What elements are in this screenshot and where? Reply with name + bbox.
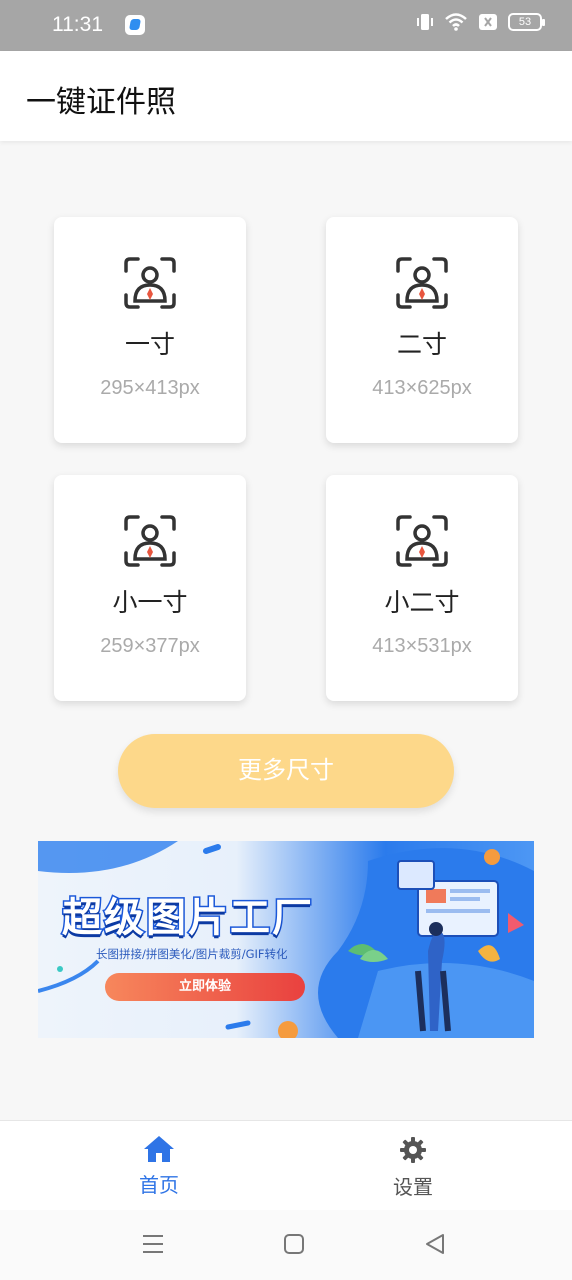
card-size: 413×531px [372,635,472,657]
nav-item-home[interactable]: 首页 [99,1135,219,1198]
sim-blocked-icon [479,14,497,30]
app-notification-icon [125,15,145,35]
banner-cta-button[interactable]: 立即体验 [105,973,305,1001]
menu-icon[interactable] [142,1232,164,1256]
nav-item-settings[interactable]: 设置 [353,1135,473,1200]
portrait-frame-icon [396,515,448,567]
gear-icon [400,1137,426,1163]
banner-subtitle: 长图拼接/拼图美化/图片裁剪/GIF转化 [96,947,288,961]
card-name: 二寸 [396,330,447,359]
wifi-icon [445,13,467,31]
portrait-frame-icon [124,257,176,309]
portrait-frame-icon [124,515,176,567]
card-name: 一寸 [124,330,175,359]
card-size: 295×413px [100,377,200,399]
more-sizes-button[interactable]: 更多尺寸 [118,734,454,808]
promo-banner[interactable]: 超级图片工厂 长图拼接/拼图美化/图片裁剪/GIF转化 立即体验 [38,841,534,1038]
home-icon [144,1136,174,1162]
bottom-nav: 首页 设置 [0,1120,572,1210]
status-bar: 11:31 53 [0,0,572,51]
status-icons: 53 [416,12,545,32]
size-card-2inch[interactable]: 二寸 413×625px [326,217,518,443]
card-name: 小二寸 [384,588,460,617]
size-card-1inch[interactable]: 一寸 295×413px [54,217,246,443]
system-nav-bar [0,1210,572,1280]
banner-title: 超级图片工厂 [61,894,314,943]
size-card-small-1inch[interactable]: 小一寸 259×377px [54,475,246,701]
card-size: 259×377px [100,635,200,657]
app-bar: 一键证件照 [0,51,572,141]
status-time: 11:31 [52,13,103,36]
portrait-frame-icon [396,257,448,309]
nav-label-home: 首页 [139,1173,179,1197]
card-name: 小一寸 [112,588,188,617]
page-title: 一键证件照 [26,85,176,120]
nav-label-settings: 设置 [393,1175,433,1199]
back-triangle-icon[interactable] [424,1232,446,1256]
battery-icon: 53 [508,13,545,31]
size-card-small-2inch[interactable]: 小二寸 413×531px [326,475,518,701]
home-square-icon[interactable] [283,1232,305,1256]
card-size: 413×625px [372,377,472,399]
vibrate-icon [417,14,433,30]
